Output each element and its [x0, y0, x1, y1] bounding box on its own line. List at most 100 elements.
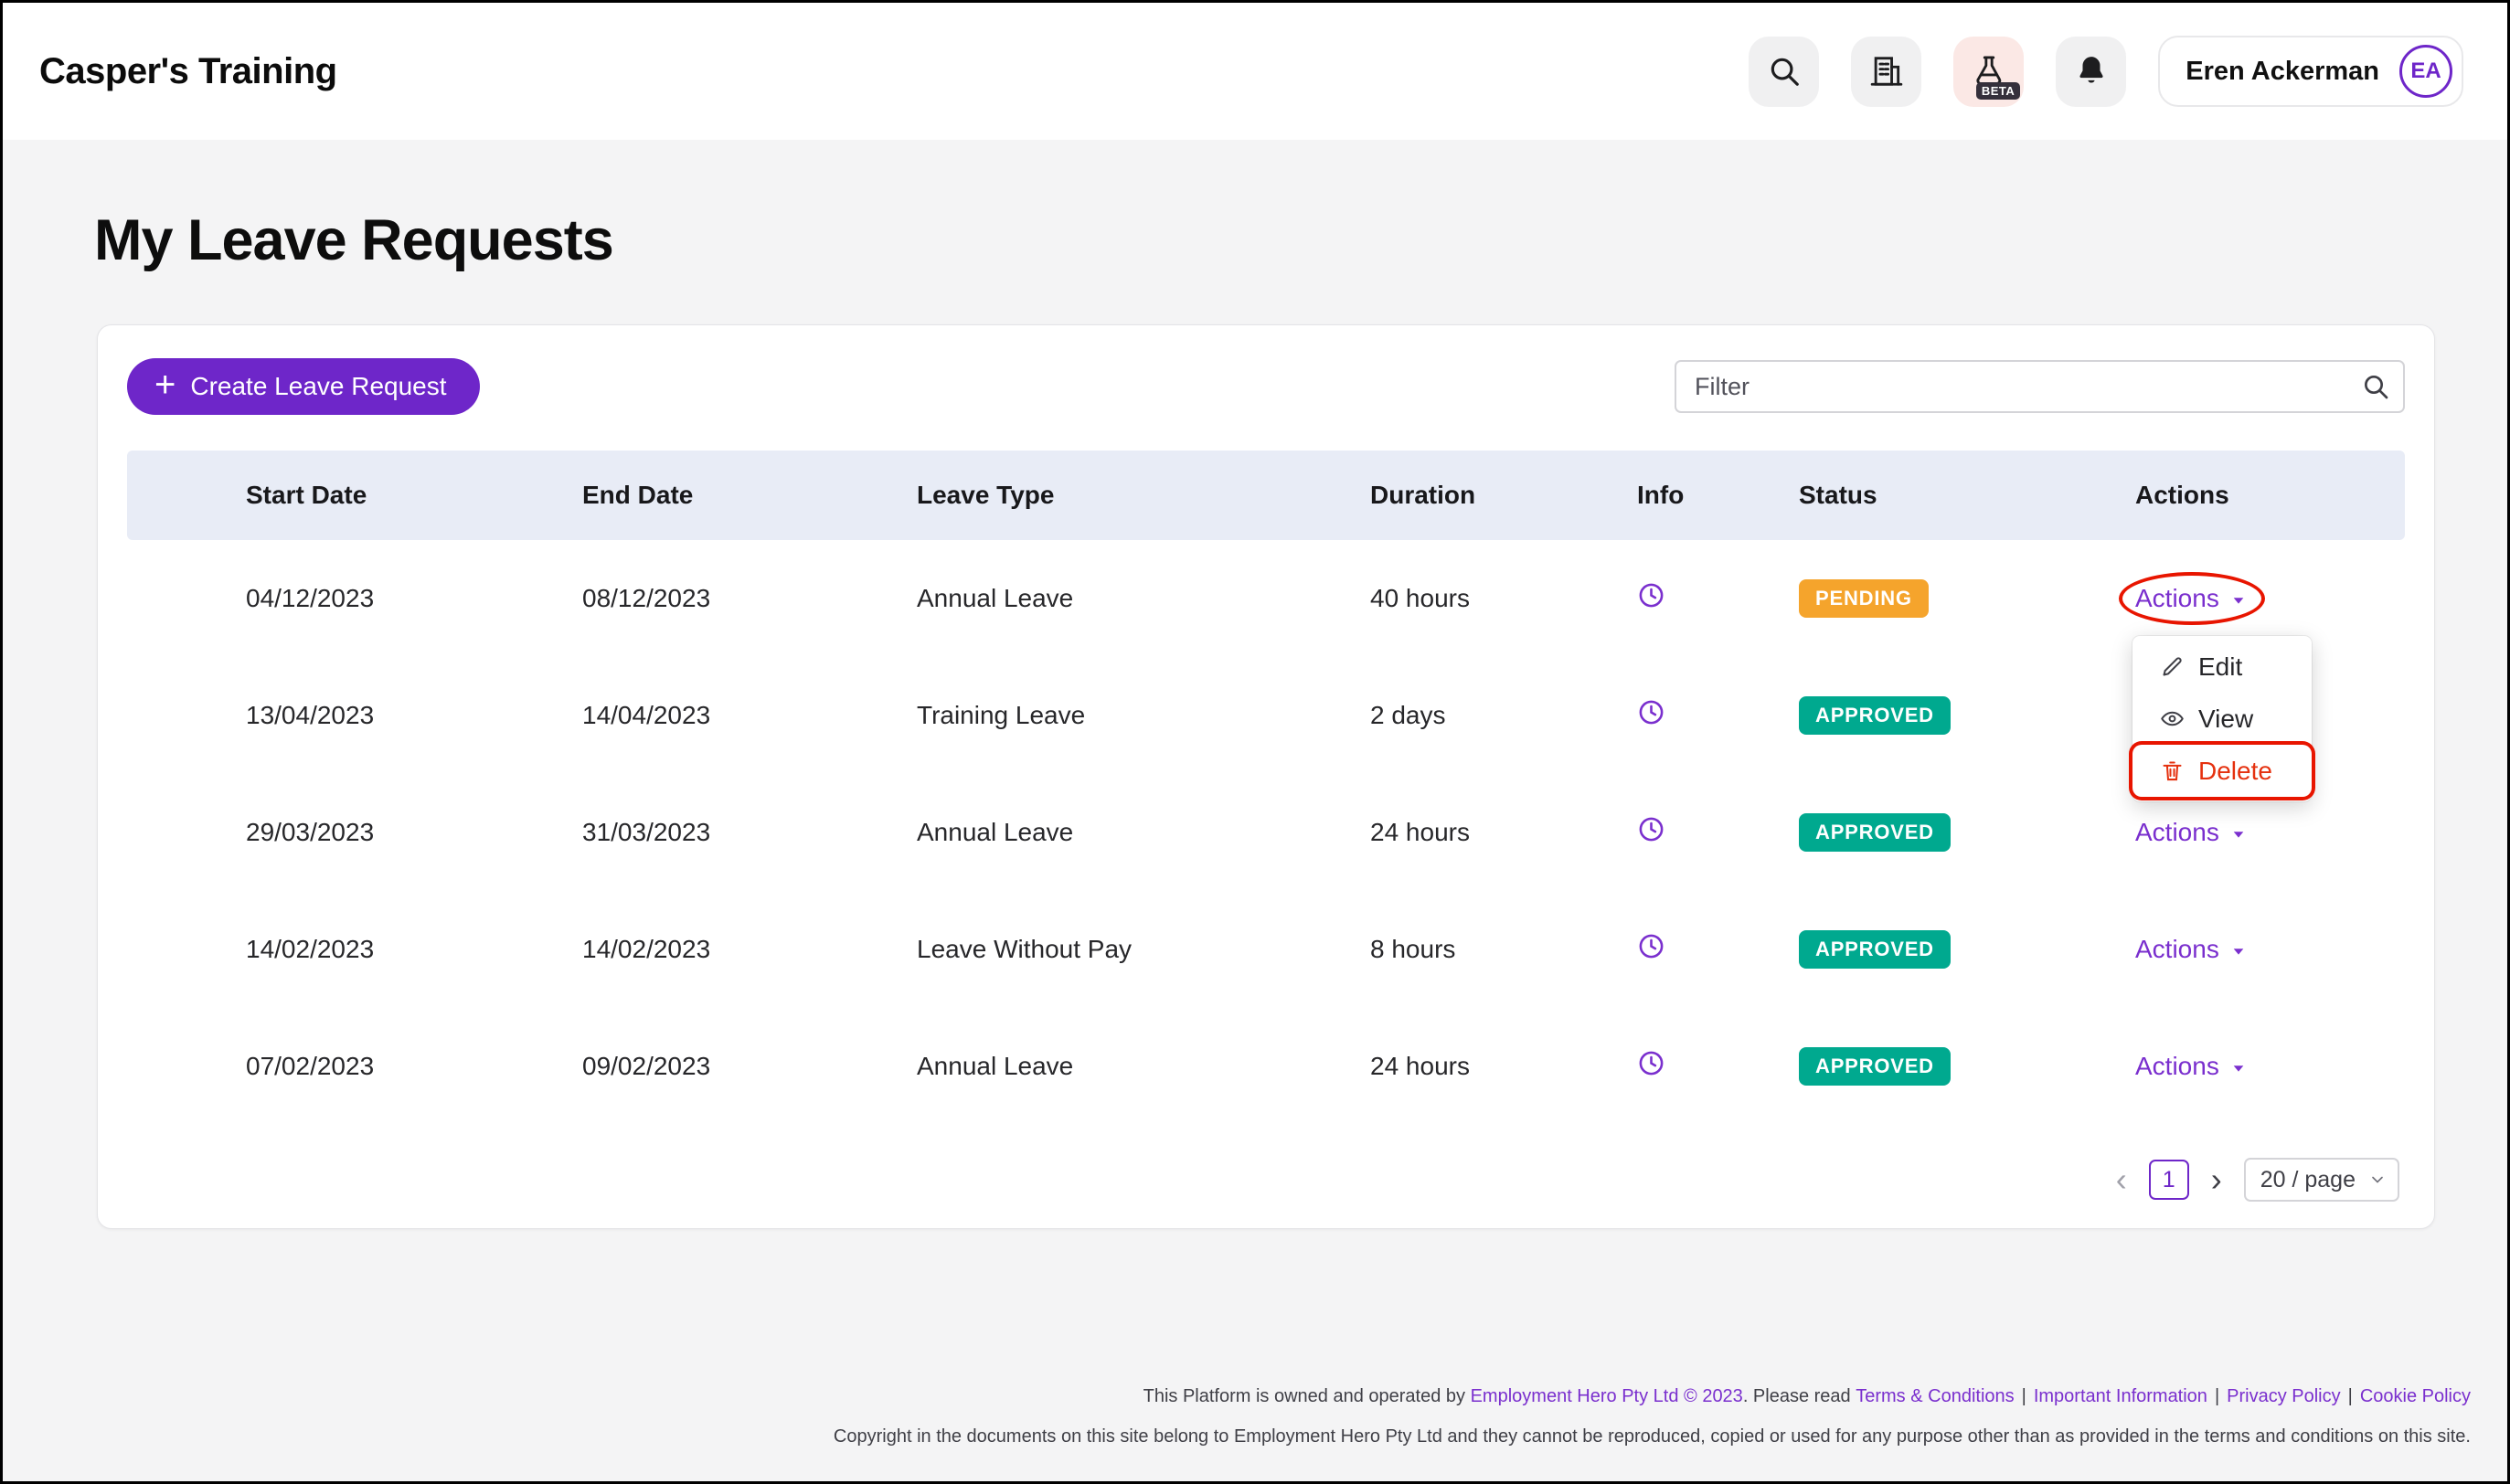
menu-item-label: Delete: [2198, 757, 2272, 786]
col-info: Info: [1637, 481, 1799, 510]
menu-item-delete[interactable]: Delete: [2132, 745, 2312, 797]
clock-icon[interactable]: [1637, 1049, 1665, 1077]
cell-start-date: 13/04/2023: [127, 701, 582, 730]
main-content: My Leave Requests + Create Leave Request…: [3, 140, 2507, 1383]
actions-dropdown-trigger[interactable]: Actions: [2135, 584, 2249, 613]
eye-icon: [2160, 706, 2185, 731]
footer-link-cookie-policy[interactable]: Cookie Policy: [2360, 1386, 2471, 1406]
footer-separator: |: [2215, 1386, 2219, 1406]
status-badge: APPROVED: [1799, 813, 1951, 852]
caret-down-icon: [2228, 1058, 2249, 1078]
prev-page-button[interactable]: ‹: [2116, 1163, 2127, 1196]
cell-end-date: 09/02/2023: [582, 1052, 917, 1081]
cell-leave-type: Annual Leave: [917, 1052, 1370, 1081]
col-end-date: End Date: [582, 481, 917, 510]
actions-label: Actions: [2135, 1052, 2219, 1081]
cell-start-date: 07/02/2023: [127, 1052, 582, 1081]
beta-flask-button[interactable]: BETA: [1953, 37, 2024, 107]
app-header: Casper's Training BETA Eren Ackerman EA: [3, 3, 2507, 140]
cell-start-date: 14/02/2023: [127, 935, 582, 964]
cell-leave-type: Annual Leave: [917, 584, 1370, 613]
red-ellipse-annotation: Actions: [2135, 584, 2249, 613]
caret-down-icon: [2228, 824, 2249, 844]
page-title: My Leave Requests: [3, 140, 2507, 273]
select-chevron-icon: [2368, 1171, 2387, 1189]
pencil-icon: [2160, 654, 2185, 679]
col-duration: Duration: [1370, 481, 1637, 510]
screenshot-frame: Casper's Training BETA Eren Ackerman EA …: [0, 0, 2510, 1484]
current-page-button[interactable]: 1: [2149, 1160, 2189, 1200]
footer-copyright-line: Copyright in the documents on this site …: [3, 1423, 2471, 1450]
footer-separator: |: [2348, 1386, 2353, 1406]
menu-item-label: View: [2198, 705, 2253, 734]
status-badge: APPROVED: [1799, 1047, 1951, 1086]
status-badge: APPROVED: [1799, 696, 1951, 735]
footer-text: . Please read: [1743, 1386, 1856, 1406]
col-start-date: Start Date: [127, 481, 582, 510]
footer-link-employment-hero[interactable]: Employment Hero Pty Ltd © 2023: [1471, 1386, 1743, 1406]
page-size-select[interactable]: 20 / page: [2244, 1158, 2399, 1202]
actions-dropdown-menu: Edit View Delete: [2132, 636, 2312, 801]
col-actions: Actions: [2135, 481, 2405, 510]
cell-duration: 2 days: [1370, 701, 1637, 730]
menu-item-edit[interactable]: Edit: [2132, 641, 2312, 693]
trash-icon: [2160, 758, 2185, 783]
status-badge: APPROVED: [1799, 930, 1951, 969]
footer-link-privacy-policy[interactable]: Privacy Policy: [2227, 1386, 2340, 1406]
clock-icon[interactable]: [1637, 815, 1665, 843]
cell-leave-type: Leave Without Pay: [917, 935, 1370, 964]
footer-separator: |: [2022, 1386, 2026, 1406]
cell-duration: 8 hours: [1370, 935, 1637, 964]
clock-icon[interactable]: [1637, 581, 1665, 610]
cell-leave-type: Training Leave: [917, 701, 1370, 730]
status-badge: PENDING: [1799, 579, 1929, 618]
table-header: Start Date End Date Leave Type Duration …: [127, 450, 2405, 540]
footer-link-terms[interactable]: Terms & Conditions: [1856, 1386, 2014, 1406]
create-button-label: Create Leave Request: [190, 372, 446, 401]
cell-duration: 24 hours: [1370, 1052, 1637, 1081]
table-row: 07/02/2023 09/02/2023 Annual Leave 24 ho…: [127, 1008, 2405, 1125]
user-menu[interactable]: Eren Ackerman EA: [2158, 36, 2463, 107]
cell-end-date: 14/02/2023: [582, 935, 917, 964]
company-button[interactable]: [1851, 37, 1921, 107]
table-row: 13/04/2023 14/04/2023 Training Leave 2 d…: [127, 657, 2405, 774]
page-size-value: 20 / page: [2260, 1167, 2356, 1193]
cell-end-date: 31/03/2023: [582, 818, 917, 847]
filter-field: [1675, 360, 2405, 413]
search-button[interactable]: [1749, 37, 1819, 107]
cell-leave-type: Annual Leave: [917, 818, 1370, 847]
col-status: Status: [1799, 481, 2135, 510]
create-leave-request-button[interactable]: + Create Leave Request: [127, 358, 480, 415]
building-icon: [1869, 54, 1904, 89]
actions-label: Actions: [2135, 935, 2219, 964]
menu-item-label: Edit: [2198, 652, 2242, 682]
filter-input[interactable]: [1675, 360, 2405, 413]
footer-legal-line: This Platform is owned and operated by E…: [3, 1383, 2471, 1410]
notifications-button[interactable]: [2056, 37, 2126, 107]
table-row: 29/03/2023 31/03/2023 Annual Leave 24 ho…: [127, 774, 2405, 891]
avatar: EA: [2399, 45, 2452, 98]
cell-end-date: 14/04/2023: [582, 701, 917, 730]
clock-icon[interactable]: [1637, 698, 1665, 726]
actions-dropdown-trigger[interactable]: Actions: [2135, 935, 2249, 964]
col-leave-type: Leave Type: [917, 481, 1370, 510]
beta-badge: BETA: [1976, 82, 2020, 100]
pagination: ‹ 1 › 20 / page: [127, 1158, 2405, 1202]
table-row: 14/02/2023 14/02/2023 Leave Without Pay …: [127, 891, 2405, 1008]
table-row: 04/12/2023 08/12/2023 Annual Leave 40 ho…: [127, 540, 2405, 657]
header-actions: BETA Eren Ackerman EA: [1749, 36, 2463, 107]
leave-requests-card: + Create Leave Request Start Date End Da…: [97, 324, 2435, 1229]
next-page-button[interactable]: ›: [2211, 1163, 2222, 1196]
cell-duration: 24 hours: [1370, 818, 1637, 847]
actions-dropdown-trigger[interactable]: Actions: [2135, 1052, 2249, 1081]
bell-icon: [2074, 54, 2109, 89]
site-footer: This Platform is owned and operated by E…: [3, 1383, 2507, 1481]
footer-link-important-information[interactable]: Important Information: [2034, 1386, 2207, 1406]
plus-icon: +: [154, 366, 175, 403]
actions-dropdown-trigger[interactable]: Actions: [2135, 818, 2249, 847]
caret-down-icon: [2228, 941, 2249, 961]
clock-icon[interactable]: [1637, 932, 1665, 960]
actions-label: Actions: [2135, 584, 2219, 613]
menu-item-view[interactable]: View: [2132, 693, 2312, 745]
cell-start-date: 29/03/2023: [127, 818, 582, 847]
